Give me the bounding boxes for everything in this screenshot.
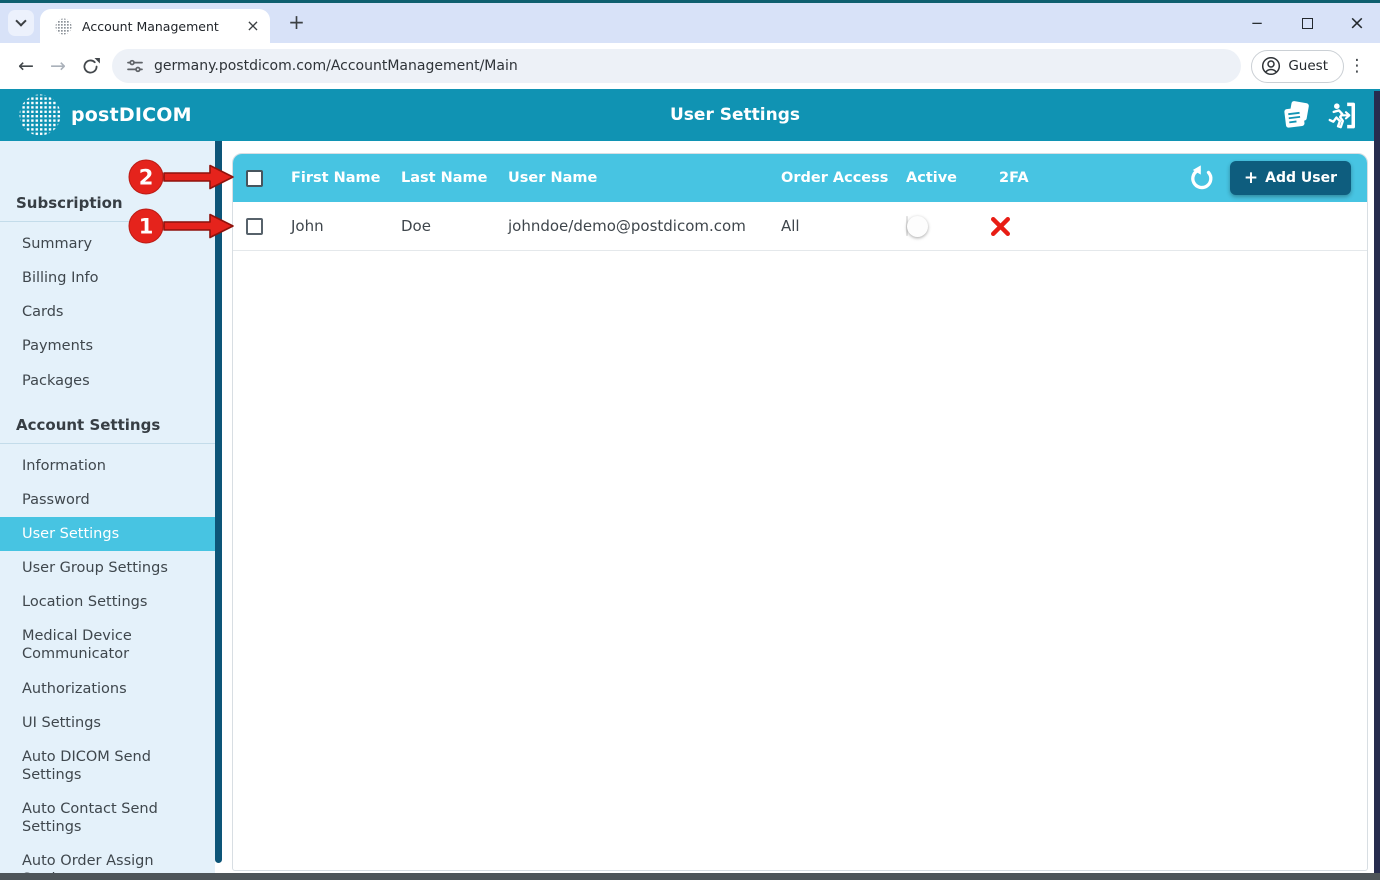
chevron-down-icon	[15, 15, 26, 26]
sidebar-scrollbar[interactable]	[215, 141, 222, 863]
logout-icon	[1327, 100, 1358, 131]
active-toggle[interactable]	[906, 216, 908, 236]
tab-strip: Account Management × + − ×	[0, 3, 1380, 43]
add-user-label: Add User	[1265, 170, 1337, 186]
guest-avatar-icon	[1261, 56, 1281, 76]
cell-order-access: All	[771, 217, 896, 235]
sidebar-item-auto-contact-send-settings[interactable]: Auto Contact Send Settings	[0, 792, 215, 844]
url-text: germany.postdicom.com/AccountManagement/…	[154, 58, 518, 74]
reload-button[interactable]	[74, 50, 106, 82]
stacked-notes-icon	[1281, 100, 1312, 131]
column-first-name: First Name	[281, 170, 391, 186]
sidebar-item-user-group-settings[interactable]: User Group Settings	[0, 551, 215, 585]
sidebar-item-authorizations[interactable]: Authorizations	[0, 672, 215, 706]
sidebar-item-information[interactable]: Information	[0, 449, 215, 483]
window-close-button[interactable]: ×	[1346, 11, 1368, 35]
2fa-status	[989, 216, 1081, 237]
sidebar-item-location-settings[interactable]: Location Settings	[0, 585, 215, 619]
forward-button[interactable]: →	[42, 50, 74, 82]
cell-user-name: johndoe/demo@postdicom.com	[498, 217, 771, 235]
minimize-button[interactable]: −	[1246, 11, 1268, 35]
sidebar-item-auto-order-assign-settings[interactable]: Auto Order Assign Settings	[0, 844, 215, 876]
sidebar-item-password[interactable]: Password	[0, 483, 215, 517]
refresh-icon	[1188, 165, 1215, 192]
maximize-button[interactable]	[1296, 11, 1318, 35]
logout-button[interactable]	[1327, 100, 1358, 131]
table-row: John Doe johndoe/demo@postdicom.com All	[233, 202, 1367, 251]
plus-icon: +	[1244, 170, 1258, 187]
profile-button[interactable]: Guest	[1251, 50, 1344, 83]
orders-button[interactable]	[1281, 100, 1312, 131]
favicon-icon	[55, 18, 72, 35]
browser-tab[interactable]: Account Management ×	[40, 9, 270, 43]
select-all-checkbox[interactable]	[246, 170, 263, 187]
tab-close-icon[interactable]: ×	[244, 17, 262, 35]
browser-toolbar: ← → germany.postdicom.com/AccountManagem…	[0, 43, 1380, 89]
sidebar-item-cards[interactable]: Cards	[0, 295, 215, 329]
sidebar-item-packages[interactable]: Packages	[0, 364, 215, 398]
cell-first-name: John	[281, 217, 391, 235]
new-tab-button[interactable]: +	[284, 11, 309, 36]
profile-label: Guest	[1288, 58, 1328, 74]
users-table-header: First Name Last Name User Name Order Acc…	[233, 154, 1367, 202]
sidebar-item-auto-dicom-send-settings[interactable]: Auto DICOM Send Settings	[0, 740, 215, 792]
app-header: postDICOM User Settings	[0, 89, 1380, 141]
refresh-button[interactable]	[1188, 165, 1215, 192]
window-controls: − ×	[1246, 3, 1368, 43]
sidebar-section-account-settings: Account Settings	[0, 409, 215, 444]
bottom-edge-strip	[0, 873, 1380, 880]
row-checkbox[interactable]	[246, 218, 263, 235]
sidebar-section-subscription: Subscription	[0, 187, 215, 222]
page-title: User Settings	[90, 89, 1380, 141]
reload-icon	[81, 57, 100, 76]
maximize-icon	[1302, 18, 1313, 29]
column-2fa: 2FA	[989, 170, 1081, 186]
sidebar-item-summary[interactable]: Summary	[0, 227, 215, 261]
column-user-name: User Name	[498, 170, 771, 186]
url-bar[interactable]: germany.postdicom.com/AccountManagement/…	[112, 49, 1241, 83]
sidebar-item-billing-info[interactable]: Billing Info	[0, 261, 215, 295]
sidebar-item-ui-settings[interactable]: UI Settings	[0, 706, 215, 740]
logo-sphere-icon	[18, 93, 62, 137]
add-user-button[interactable]: + Add User	[1230, 161, 1351, 195]
browser-menu-button[interactable]: ⋮	[1344, 56, 1370, 76]
browser-window: Account Management × + − × ← → germany.p…	[0, 0, 1380, 880]
sidebar-item-payments[interactable]: Payments	[0, 329, 215, 363]
users-table: First Name Last Name User Name Order Acc…	[232, 153, 1368, 871]
column-active: Active	[896, 170, 989, 186]
sidebar-item-user-settings[interactable]: User Settings	[0, 517, 215, 551]
tab-title: Account Management	[82, 19, 234, 34]
site-settings-icon[interactable]	[126, 57, 144, 75]
header-icons	[1281, 89, 1358, 141]
column-order-access: Order Access	[771, 170, 896, 186]
toggle-knob	[907, 216, 928, 237]
sidebar: Subscription Summary Billing Info Cards …	[0, 141, 215, 876]
2fa-disabled-x-icon	[990, 216, 1011, 237]
tab-search-button[interactable]	[8, 10, 34, 36]
column-last-name: Last Name	[391, 170, 498, 186]
page-scrollbar[interactable]	[1374, 91, 1380, 880]
sidebar-item-medical-device-communicator[interactable]: Medical Device Communicator	[0, 619, 215, 671]
cell-last-name: Doe	[391, 217, 498, 235]
back-button[interactable]: ←	[10, 50, 42, 82]
